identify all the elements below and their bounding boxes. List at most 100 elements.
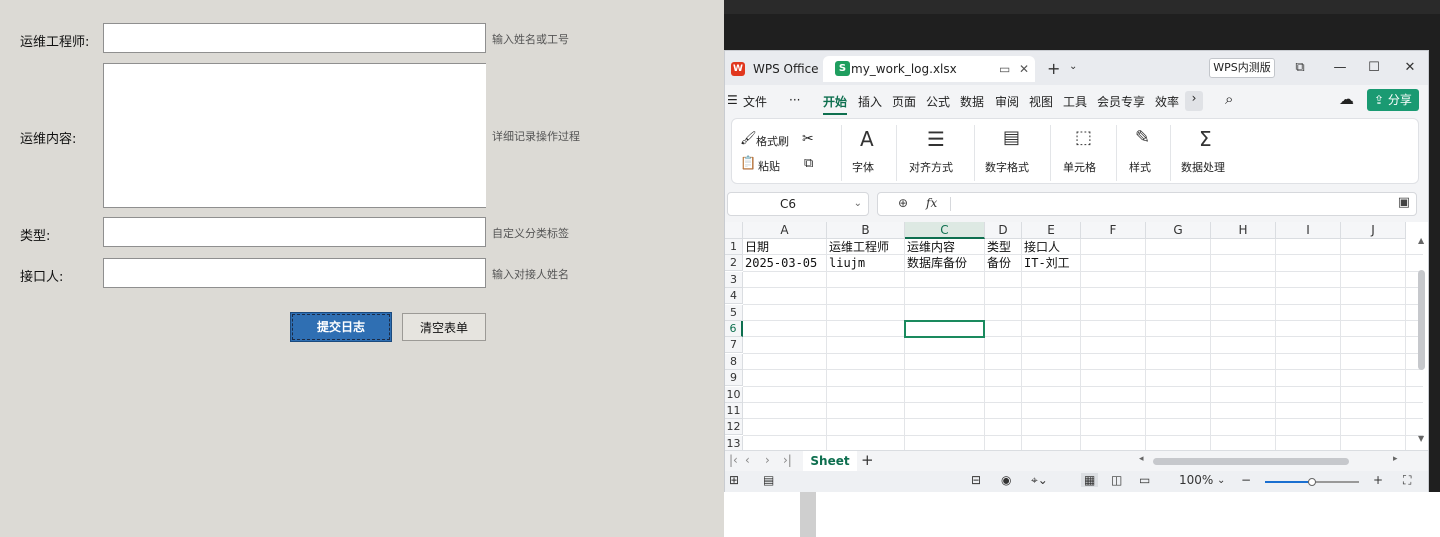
zoom-icon[interactable]: ⊕	[898, 196, 908, 210]
menu-more[interactable]: ···	[789, 93, 800, 107]
first-sheet-icon[interactable]: |‹	[729, 453, 738, 467]
share-button[interactable]: ⇪ 分享	[1367, 89, 1419, 111]
next-sheet-icon[interactable]: ›	[765, 453, 770, 467]
page-layout-icon[interactable]: ◫	[1111, 473, 1122, 487]
cell-A2[interactable]: 2025-03-05	[743, 255, 817, 271]
column-header-J[interactable]: J	[1341, 222, 1406, 239]
minimize-icon[interactable]: —	[1327, 57, 1353, 79]
close-window-icon[interactable]: ✕	[1397, 57, 1423, 79]
vertical-scrollbar[interactable]: ▲ ▼	[1418, 236, 1426, 443]
row-header-11[interactable]: 11	[725, 403, 743, 419]
cells-group[interactable]: ⬚ 单元格	[1051, 125, 1117, 181]
engineer-input[interactable]	[103, 23, 486, 53]
scroll-right-icon[interactable]: ▸	[1393, 454, 1398, 464]
zoom-out-icon[interactable]: −	[1241, 473, 1251, 487]
paste-icon[interactable]: 📋	[740, 156, 756, 171]
normal-view-icon[interactable]: ▦	[1081, 473, 1099, 487]
page-break-icon[interactable]: ▭	[1139, 473, 1150, 487]
cell-B2[interactable]: liujm	[827, 255, 865, 271]
formula-input[interactable]: ⊕ fx ▣	[877, 192, 1417, 216]
row-header-5[interactable]: 5	[725, 304, 743, 321]
column-header-C[interactable]: C	[905, 222, 985, 239]
copy-icon[interactable]: ⧉	[804, 156, 813, 171]
chevron-right-icon[interactable]: ›	[1185, 91, 1203, 111]
menu-tools[interactable]: 工具	[1063, 93, 1087, 110]
content-textarea[interactable]	[103, 63, 486, 208]
tab-file[interactable]: my_work_log.xlsx ▭ ✕	[823, 56, 1035, 82]
spreadsheet-grid[interactable]: ▲ ▼ A B C D E F G H I J 1 2 3 4 5 6 7 8 9 10 11 12 13 日期 运维工程师 运维…	[725, 222, 1428, 450]
submit-log-button[interactable]: 提交日志	[290, 312, 392, 342]
new-tab-icon[interactable]: +	[1047, 59, 1060, 78]
cell-A1[interactable]: 日期	[743, 239, 769, 255]
crosshair-icon[interactable]: ⌖⌄	[1031, 473, 1048, 488]
horizontal-scroll-thumb[interactable]	[1153, 458, 1349, 465]
fx-icon[interactable]: fx	[926, 196, 937, 210]
active-cell-C6[interactable]	[904, 320, 985, 339]
menu-file[interactable]: 文件	[743, 93, 767, 110]
menu-formula[interactable]: 公式	[926, 93, 950, 110]
menu-view[interactable]: 视图	[1029, 93, 1053, 110]
zoom-slider-knob[interactable]	[1308, 478, 1316, 486]
zoom-in-icon[interactable]: +	[1373, 473, 1383, 487]
paste-button[interactable]: 粘贴	[758, 158, 780, 174]
type-input[interactable]	[103, 217, 486, 247]
menu-member[interactable]: 会员专享	[1097, 93, 1145, 110]
fullscreen-icon[interactable]: ⛶	[1403, 473, 1411, 488]
row-header-12[interactable]: 12	[725, 419, 743, 436]
row-header-3[interactable]: 3	[725, 271, 743, 288]
prev-sheet-icon[interactable]: ‹	[745, 453, 750, 467]
search-icon[interactable]: ⌕	[1225, 90, 1233, 108]
row-header-10[interactable]: 10	[725, 386, 743, 403]
sheet-tab[interactable]: Sheet	[803, 451, 857, 471]
row-header-6[interactable]: 6	[725, 321, 743, 337]
beta-badge[interactable]: WPS内测版	[1209, 58, 1275, 78]
cell-D2[interactable]: 备份	[985, 255, 1011, 271]
column-header-G[interactable]: G	[1146, 222, 1211, 239]
cell-D1[interactable]: 类型	[985, 239, 1011, 255]
column-header-E[interactable]: E	[1022, 222, 1081, 239]
chevron-down-icon[interactable]: ⌄	[854, 193, 862, 215]
cell-C2[interactable]: 数据库备份	[905, 255, 967, 271]
notes-icon[interactable]: ▤	[763, 473, 774, 487]
menu-insert[interactable]: 插入	[858, 93, 882, 110]
row-header-13[interactable]: 13	[725, 435, 743, 450]
row-header-8[interactable]: 8	[725, 353, 743, 370]
chevron-down-icon[interactable]: ⌄	[1069, 61, 1077, 72]
macro-icon[interactable]: ⊞	[729, 473, 739, 487]
receiver-input[interactable]	[103, 258, 486, 288]
scroll-left-icon[interactable]: ◂	[1139, 454, 1144, 464]
hamburger-icon[interactable]: ☰	[727, 93, 738, 107]
name-box[interactable]: C6 ⌄	[727, 192, 869, 216]
zoom-slider[interactable]	[1265, 478, 1359, 486]
maximize-icon[interactable]: ☐	[1361, 57, 1387, 79]
cell-E2[interactable]: IT-刘工	[1022, 255, 1070, 271]
format-painter-icon[interactable]: 🖌	[740, 131, 757, 146]
column-header-D[interactable]: D	[985, 222, 1022, 239]
column-header-I[interactable]: I	[1276, 222, 1341, 239]
expand-formula-icon[interactable]: ▣	[1398, 195, 1410, 210]
select-all-corner[interactable]	[725, 222, 743, 239]
cut-icon[interactable]: ✂	[802, 131, 814, 147]
row-header-2[interactable]: 2	[725, 255, 743, 272]
menu-home[interactable]: 开始	[823, 93, 848, 115]
row-header-1[interactable]: 1	[725, 239, 743, 255]
close-tab-icon[interactable]: ✕	[1019, 56, 1029, 82]
screen-icon[interactable]: ▭	[999, 56, 1010, 82]
restore-layout-icon[interactable]: ⧉	[1287, 57, 1313, 79]
cloud-upload-icon[interactable]: ☁	[1339, 90, 1354, 108]
clear-form-button[interactable]: 清空表单	[402, 313, 486, 341]
number-format-group[interactable]: ▤ 数字格式	[975, 125, 1051, 181]
last-sheet-icon[interactable]: ›|	[783, 453, 792, 467]
row-header-4[interactable]: 4	[725, 288, 743, 305]
column-header-A[interactable]: A	[743, 222, 827, 239]
column-header-F[interactable]: F	[1081, 222, 1146, 239]
cell-B1[interactable]: 运维工程师	[827, 239, 889, 255]
column-header-B[interactable]: B	[827, 222, 905, 239]
data-processing-group[interactable]: Σ 数据处理	[1171, 125, 1247, 181]
menu-page[interactable]: 页面	[892, 93, 916, 110]
align-group[interactable]: ☰ 对齐方式	[897, 125, 975, 181]
add-sheet-icon[interactable]: +	[861, 451, 874, 469]
scroll-down-icon[interactable]: ▼	[1418, 434, 1424, 443]
menu-efficiency[interactable]: 效率	[1155, 93, 1179, 110]
row-header-9[interactable]: 9	[725, 370, 743, 387]
